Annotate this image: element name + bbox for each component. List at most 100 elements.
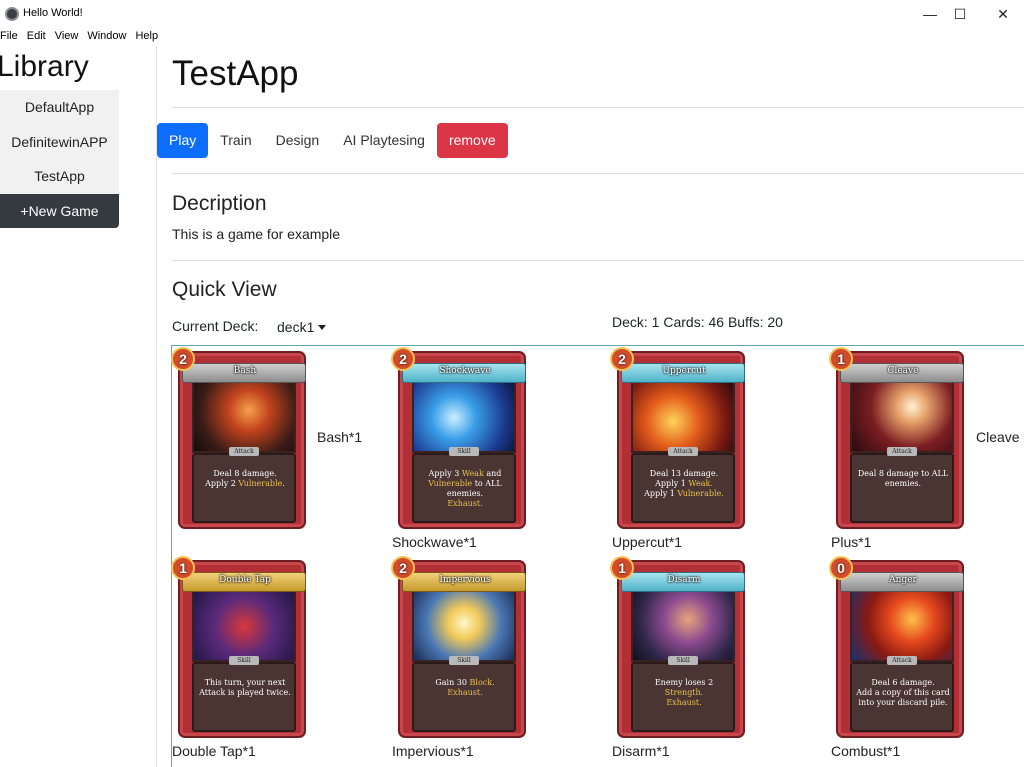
card-type-tag: Skill xyxy=(449,447,479,456)
card-description-line: Deal 13 damage. xyxy=(649,469,719,478)
tab-ai-playtesting[interactable]: AI Playtesing xyxy=(331,123,437,158)
card-description-line: Deal 6 damage. xyxy=(871,678,935,687)
card-name: Disarm xyxy=(667,575,701,585)
deck-dropdown[interactable]: deck1 xyxy=(277,319,327,335)
close-button[interactable]: ✕ xyxy=(983,0,1023,28)
energy-cost-icon: 2 xyxy=(610,347,634,371)
menu-window[interactable]: Window xyxy=(87,28,126,46)
card-description-line: Strength. xyxy=(664,688,704,697)
menu-view[interactable]: View xyxy=(55,28,79,46)
description-heading: Decription xyxy=(172,192,267,215)
menu-bar: File Edit View Window Help xyxy=(0,28,167,46)
menu-file[interactable]: File xyxy=(0,28,18,46)
divider xyxy=(172,260,1024,261)
card-name-banner: Shockwave xyxy=(402,363,526,383)
library-title: Library xyxy=(0,50,89,83)
card-name-banner: Cleave xyxy=(840,363,964,383)
divider xyxy=(172,107,1024,108)
library-item-testapp[interactable]: TestApp xyxy=(0,159,119,194)
card-art-image xyxy=(192,375,296,453)
card-type-tag: Attack xyxy=(887,447,917,456)
card-caption: Plus*1 xyxy=(831,534,872,550)
tab-train[interactable]: Train xyxy=(208,123,263,158)
card-type-tag: Skill xyxy=(668,656,698,665)
card-description-line: Exhaust. xyxy=(447,688,483,697)
card-description: Deal 13 damage. Apply 1 Weak. Apply 1 Vuln… xyxy=(635,469,733,499)
card-description: Apply 3 Weak and Vulnerable to ALL enemies… xyxy=(416,469,514,509)
card-caption: Combust*1 xyxy=(831,743,901,759)
card-anger[interactable]: Anger Deal 6 damage. Add a copy of this ca… xyxy=(829,556,964,738)
card-name: Bash xyxy=(233,366,257,376)
library-item-definitewinapp[interactable]: DefinitewinAPP xyxy=(0,124,119,159)
card-impervious[interactable]: Impervious Gain 30 Block. Exhaust. Skill 2 xyxy=(391,556,526,738)
card-description-box: Deal 8 damage to ALL enemies. xyxy=(850,453,954,523)
library-sidebar: Library DefaultApp DefinitewinAPP TestAp… xyxy=(0,46,157,767)
card-grid: Bash*1 Bash Deal 8 damage. Apply 2 Vulnera… xyxy=(171,345,1024,767)
card-description-box: Deal 13 damage. Apply 1 Weak. Apply 1 Vuln… xyxy=(631,453,735,523)
divider xyxy=(172,173,1024,174)
card-description-box: This turn, your next Attack is played twi… xyxy=(192,662,296,732)
card-name-banner: Disarm xyxy=(621,572,745,592)
card-description-line: Deal 8 damage. xyxy=(213,469,277,478)
description-text: This is a game for example xyxy=(172,226,341,242)
energy-cost-icon: 2 xyxy=(391,556,415,580)
card-type-tag: Attack xyxy=(668,447,698,456)
card-description-line: Exhaust. xyxy=(447,499,483,508)
card-art-image xyxy=(192,584,296,662)
card-name-banner: Anger xyxy=(840,572,964,592)
quick-view-heading: Quick View xyxy=(172,278,277,301)
card-description-line: Enemy loses 2 xyxy=(654,678,714,687)
card-uppercut[interactable]: Uppercut Deal 13 damage. Apply 1 Weak. Appl… xyxy=(610,347,745,529)
card-name: Anger xyxy=(889,575,917,585)
card-description-line: Apply 1 Vulnerable. xyxy=(644,489,724,498)
card-description: This turn, your next Attack is played twi… xyxy=(196,678,294,698)
card-bash[interactable]: Bash Deal 8 damage. Apply 2 Vulnerable. Att… xyxy=(171,347,306,529)
card-description-box: Apply 3 Weak and Vulnerable to ALL enemies… xyxy=(412,453,516,523)
library-item-defaultapp[interactable]: DefaultApp xyxy=(0,90,119,125)
card-name-banner: Impervious xyxy=(402,572,526,592)
deck-dropdown-value: deck1 xyxy=(277,319,315,335)
card-description-line: Apply 2 Vulnerable. xyxy=(205,479,285,488)
tab-design[interactable]: Design xyxy=(264,123,332,158)
card-description-line: Attack is played twice. xyxy=(199,688,291,697)
card-description-line: Add a copy of this card xyxy=(856,688,950,697)
card-name: Double Tap xyxy=(219,575,271,585)
menu-edit[interactable]: Edit xyxy=(27,28,46,46)
card-description-line: enemies. xyxy=(884,479,922,488)
card-art-image xyxy=(850,375,954,453)
card-caption: Impervious*1 xyxy=(392,743,474,759)
energy-cost-icon: 1 xyxy=(610,556,634,580)
window-titlebar: Hello World! — ☐ ✕ xyxy=(0,0,1024,28)
card-description: Enemy loses 2 Strength. Exhaust. xyxy=(635,678,733,708)
caret-down-icon xyxy=(318,325,327,330)
card-description: Gain 30 Block. Exhaust. xyxy=(416,678,514,698)
card-description-line: Apply 1 Weak. xyxy=(655,479,713,488)
page-title: TestApp xyxy=(172,54,299,93)
card-description: Deal 8 damage. Apply 2 Vulnerable. xyxy=(196,469,294,489)
card-cleave[interactable]: Cleave Deal 8 damage to ALL enemies. Attack… xyxy=(829,347,964,529)
energy-cost-icon: 1 xyxy=(171,556,195,580)
card-description-line: Deal 8 damage to ALL xyxy=(857,469,949,478)
new-game-button[interactable]: +New Game xyxy=(0,193,119,228)
card-art-image xyxy=(412,375,516,453)
card-description-line: Gain 30 Block. xyxy=(435,678,495,687)
menu-help[interactable]: Help xyxy=(135,28,158,46)
card-description-line: This turn, your next xyxy=(204,678,286,687)
card-description-line: enemies. xyxy=(446,489,484,498)
card-type-tag: Attack xyxy=(887,656,917,665)
card-name-banner: Bash xyxy=(182,363,306,383)
card-description: Deal 6 damage. Add a copy of this card int… xyxy=(854,678,952,708)
tab-play[interactable]: Play xyxy=(157,123,209,158)
card-type-tag: Skill xyxy=(449,656,479,665)
card-double-tap[interactable]: Double Tap This turn, your next Attack is … xyxy=(171,556,306,738)
card-art-image xyxy=(850,584,954,662)
card-shockwave[interactable]: Shockwave Apply 3 Weak and Vulnerable to A… xyxy=(391,347,526,529)
library-list: DefaultApp DefinitewinAPP TestApp +New G… xyxy=(0,90,119,228)
remove-button[interactable]: remove xyxy=(436,123,508,158)
maximize-button[interactable]: ☐ xyxy=(940,0,980,28)
card-side-caption: Cleave xyxy=(976,429,1020,445)
energy-cost-icon: 1 xyxy=(829,347,853,371)
energy-cost-icon: 2 xyxy=(391,347,415,371)
card-disarm[interactable]: Disarm Enemy loses 2 Strength. Exhaust. Skil… xyxy=(610,556,745,738)
card-name-banner: Uppercut xyxy=(621,363,745,383)
